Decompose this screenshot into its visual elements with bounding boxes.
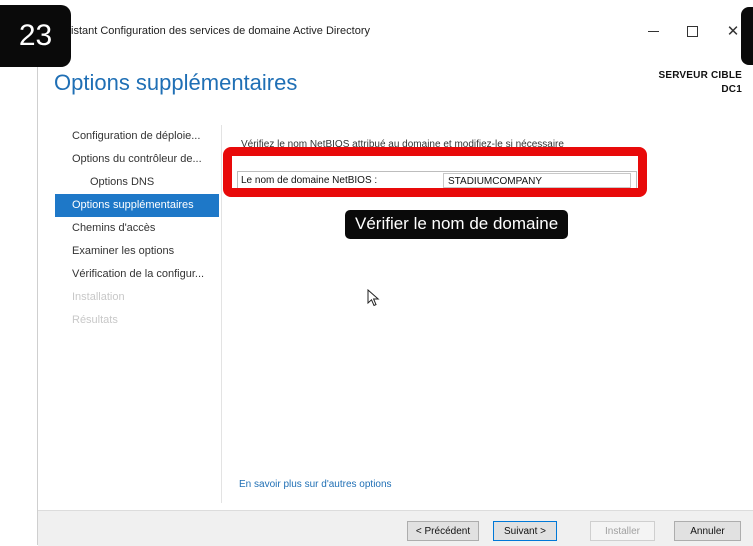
highlight-box — [223, 147, 647, 197]
wizard-nav: Configuration de déploie... Options du c… — [55, 125, 219, 332]
minimize-icon — [647, 30, 659, 32]
nav-item-additional-options[interactable]: Options supplémentaires — [55, 194, 219, 217]
nav-item-paths[interactable]: Chemins d'accès — [55, 217, 219, 240]
nav-item-dc-options[interactable]: Options du contrôleur de... — [55, 148, 219, 171]
annotation-caption: Vérifier le nom de domaine — [345, 210, 569, 239]
corner-badge — [741, 7, 753, 65]
nav-item-installation: Installation — [72, 291, 125, 303]
wizard-footer: < Précédent Suivant > Installer Annuler — [38, 510, 753, 546]
step-number-badge: 23 — [0, 5, 71, 67]
nav-item-dns-options[interactable]: Options DNS — [55, 171, 219, 194]
more-options-link[interactable]: En savoir plus sur d'autres options — [239, 479, 392, 490]
mouse-pointer-icon — [367, 289, 380, 307]
install-button: Installer — [590, 521, 655, 541]
wizard-window: ssistant Configuration des services de d… — [37, 10, 753, 546]
title-bar[interactable]: ssistant Configuration des services de d… — [38, 10, 753, 50]
window-title: ssistant Configuration des services de d… — [60, 25, 370, 37]
target-server: SERVEUR CIBLE DC1 — [658, 69, 742, 97]
page-title: Options supplémentaires — [54, 70, 298, 95]
close-icon: ✕ — [726, 23, 740, 40]
cancel-button[interactable]: Annuler — [674, 521, 741, 541]
nav-item-results: Résultats — [72, 314, 118, 326]
nav-item-deployment-config[interactable]: Configuration de déploie... — [55, 125, 219, 148]
nav-divider — [221, 125, 222, 503]
previous-button[interactable]: < Précédent — [407, 521, 479, 541]
screenshot-frame: ssistant Configuration des services de d… — [0, 0, 753, 546]
next-button[interactable]: Suivant > — [493, 521, 557, 541]
maximize-icon — [686, 25, 698, 37]
minimize-button[interactable] — [638, 18, 668, 44]
maximize-button[interactable] — [677, 18, 707, 44]
target-server-name: DC1 — [721, 84, 742, 95]
nav-item-review-options[interactable]: Examiner les options — [55, 240, 219, 263]
target-server-label: SERVEUR CIBLE — [658, 70, 742, 81]
nav-item-prerequisites-check[interactable]: Vérification de la configur... — [55, 263, 219, 286]
